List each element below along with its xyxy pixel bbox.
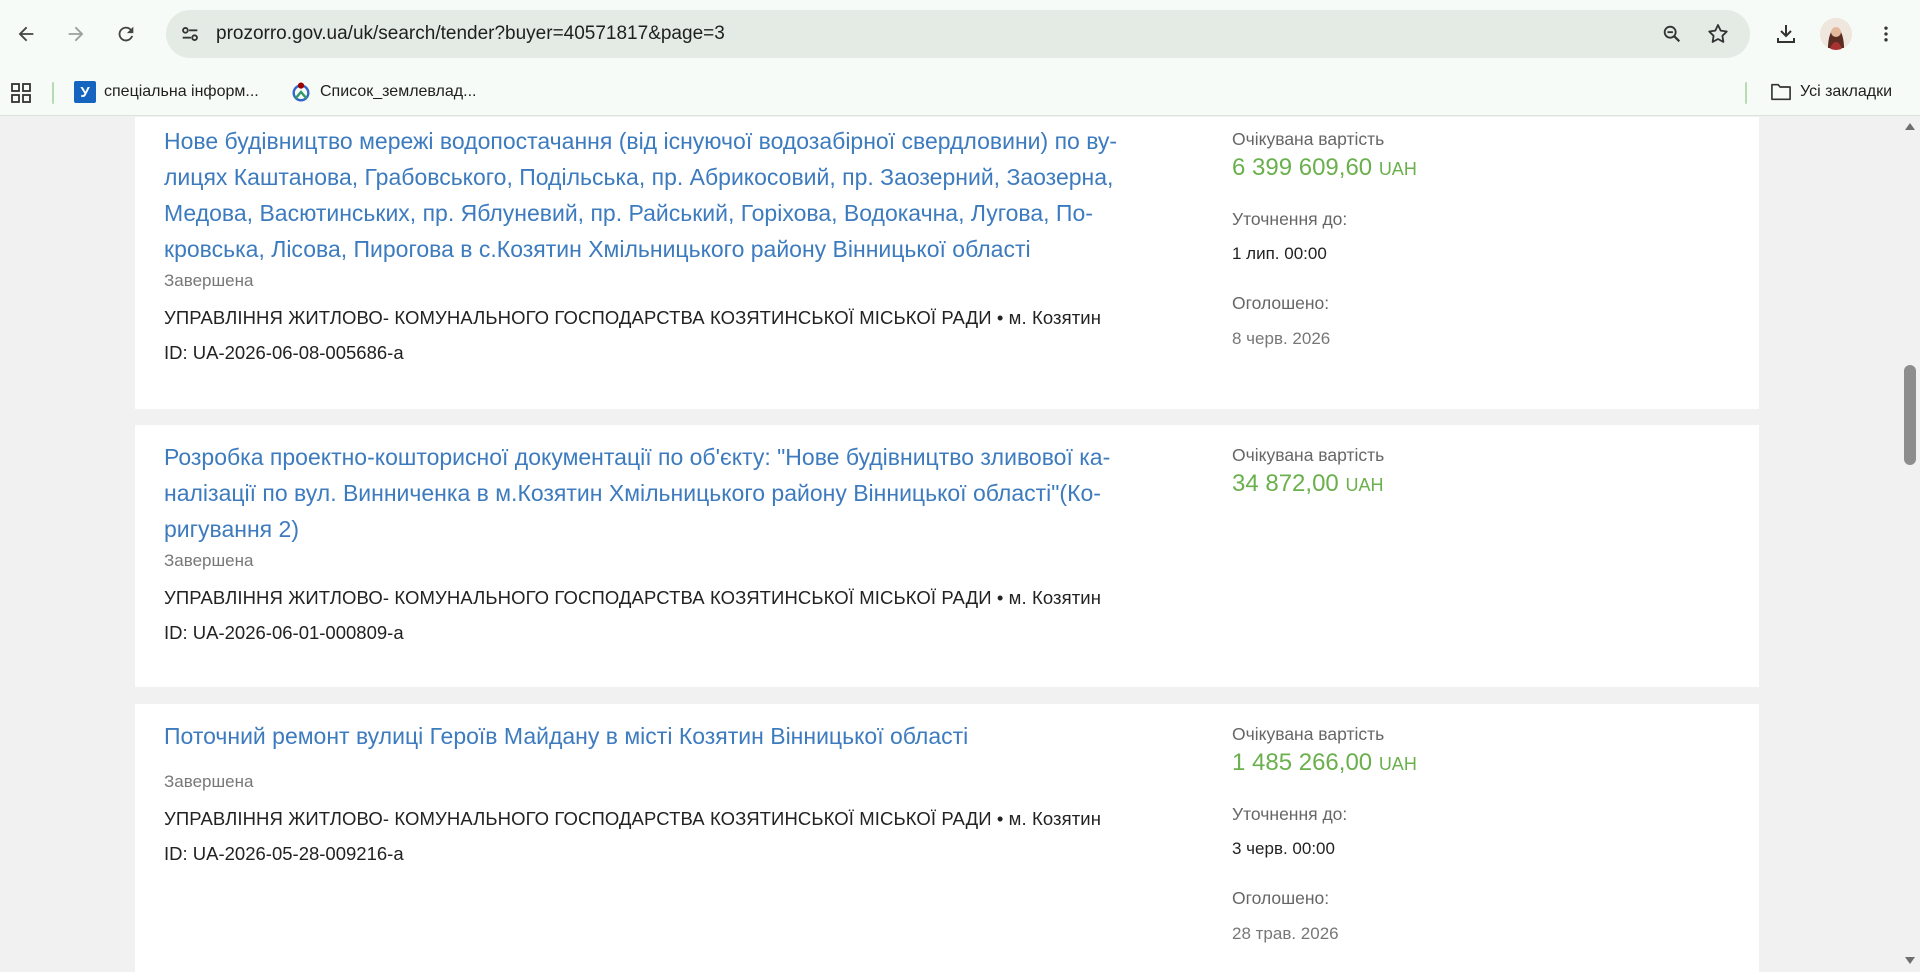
browser-menu-button[interactable] (1866, 14, 1906, 54)
clarification-label: Уточнення до: (1232, 209, 1348, 229)
scroll-down-arrow-icon[interactable] (1905, 957, 1915, 964)
tender-id: ID: UA-2026-06-08-005686-a (164, 342, 404, 363)
all-bookmarks-label: Усі закладки (1800, 83, 1893, 100)
clarification-value: 3 черв. 00:00 (1232, 839, 1335, 858)
tender-buyer: УПРАВЛІННЯ ЖИТЛОВО- КОМУНАЛЬНОГО ГОСПОДА… (164, 808, 1102, 829)
expected-value-amount: 1 485 266,00 UAH (1232, 749, 1417, 776)
tender-id: ID: UA-2026-05-28-009216-a (164, 843, 404, 864)
bookmarks-bar: У спеціальна інформ... Список_землевлад.… (0, 68, 1920, 116)
bookmark-item-special-info[interactable]: У спеціальна інформ... (74, 78, 259, 106)
forward-arrow-icon (68, 26, 84, 42)
forward-button[interactable] (56, 14, 96, 54)
download-icon (1777, 25, 1795, 43)
bookmarks-separator (52, 82, 54, 104)
bookmark-star-icon[interactable] (1704, 20, 1732, 48)
clarification-label: Уточнення до: (1232, 804, 1348, 824)
url-text[interactable]: prozorro.gov.ua/uk/search/tender?buyer=4… (216, 23, 725, 45)
announced-value: 8 черв. 2026 (1232, 329, 1331, 348)
wikimedia-icon (292, 82, 310, 102)
currency: UAH (1378, 754, 1417, 774)
reload-icon (118, 26, 134, 42)
tender-buyer: УПРАВЛІННЯ ЖИТЛОВО- КОМУНАЛЬНОГО ГОСПОДА… (164, 587, 1102, 608)
announced-value: 28 трав. 2026 (1232, 924, 1339, 943)
address-bar[interactable]: prozorro.gov.ua/uk/search/tender?buyer=4… (166, 10, 1750, 58)
back-arrow-icon (18, 26, 34, 42)
zoom-icon[interactable] (1658, 20, 1686, 48)
profile-avatar[interactable] (1820, 18, 1852, 50)
page-scrollbar[interactable] (1900, 117, 1920, 972)
reload-button[interactable] (106, 14, 146, 54)
tender-title-link[interactable]: Поточний ремонт вулиці Героїв Майдану в … (164, 718, 1174, 754)
tender-card: Поточний ремонт вулиці Героїв Майдану в … (135, 704, 1759, 972)
currency: UAH (1345, 475, 1384, 495)
site-settings-icon[interactable] (176, 20, 204, 48)
tender-buyer: УПРАВЛІННЯ ЖИТЛОВО- КОМУНАЛЬНОГО ГОСПОДА… (164, 307, 1102, 328)
downloads-button[interactable] (1766, 14, 1806, 54)
currency: UAH (1378, 159, 1417, 179)
apps-grid-icon[interactable] (8, 80, 34, 106)
tender-title-link[interactable]: Розробка проектно-кошторисної документац… (164, 439, 1174, 547)
bookmarks-separator (1745, 82, 1747, 104)
more-vert-icon (1884, 26, 1888, 42)
scrollbar-thumb[interactable] (1904, 365, 1916, 465)
page-content: Нове будівництво мережі водопостачання (… (0, 117, 1900, 972)
bookmark-item-landowners-list[interactable]: Список_землевлад... (290, 78, 476, 106)
expected-value-label: Очікувана вартість (1232, 445, 1385, 465)
tender-status: Завершена (164, 271, 254, 290)
tender-title-link[interactable]: Нове будівництво мережі водопостачання (… (164, 123, 1174, 267)
scroll-up-arrow-icon[interactable] (1905, 123, 1915, 130)
bookmark-label: спеціальна інформ... (104, 83, 259, 100)
folder-icon (1771, 83, 1791, 101)
browser-toolbar: prozorro.gov.ua/uk/search/tender?buyer=4… (0, 0, 1920, 68)
bookmark-label: Список_землевлад... (320, 83, 477, 100)
expected-value-label: Очікувана вартість (1232, 724, 1385, 744)
tender-card: Нове будівництво мережі водопостачання (… (135, 117, 1759, 409)
tender-status: Завершена (164, 772, 254, 791)
announced-label: Оголошено: (1232, 293, 1330, 313)
bookmark-favicon-y: У (74, 81, 96, 103)
expected-value-amount: 6 399 609,60 UAH (1232, 154, 1417, 181)
all-bookmarks-button[interactable]: Усі закладки (1770, 78, 1892, 106)
expected-value-amount: 34 872,00 UAH (1232, 470, 1384, 497)
tender-id: ID: UA-2026-06-01-000809-a (164, 622, 404, 643)
tender-status: Завершена (164, 551, 254, 570)
back-button[interactable] (6, 14, 46, 54)
clarification-value: 1 лип. 00:00 (1232, 244, 1327, 263)
expected-value-label: Очікувана вартість (1232, 129, 1385, 149)
tender-card: Розробка проектно-кошторисної документац… (135, 425, 1759, 687)
announced-label: Оголошено: (1232, 888, 1330, 908)
